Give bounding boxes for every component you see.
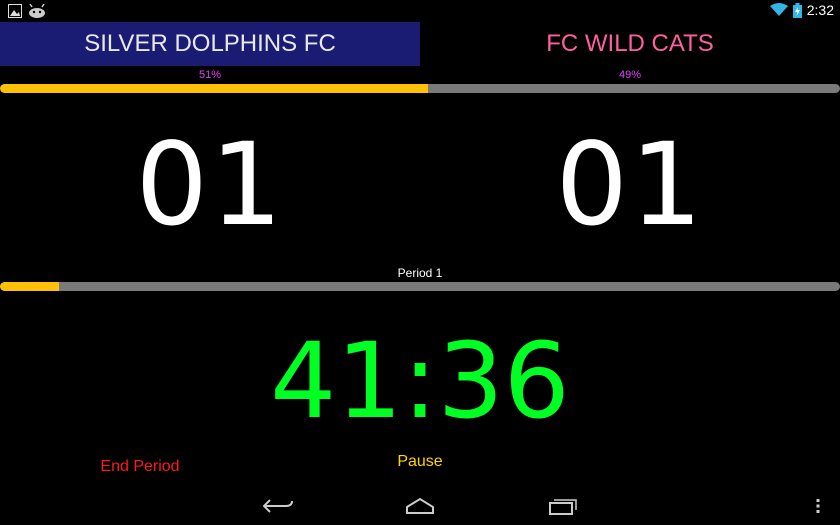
pause-button[interactable]: Pause bbox=[340, 453, 500, 471]
recent-apps-icon bbox=[549, 499, 577, 515]
home-score[interactable]: 01 bbox=[0, 118, 420, 251]
gallery-icon bbox=[8, 4, 22, 18]
home-team-name[interactable]: SILVER DOLPHINS FC bbox=[0, 22, 420, 66]
home-button[interactable] bbox=[400, 492, 440, 520]
away-team-name[interactable]: FC WILD CATS bbox=[420, 22, 840, 66]
android-icon bbox=[29, 4, 45, 18]
status-time: 2:32 bbox=[806, 2, 834, 18]
end-period-button[interactable]: End Period bbox=[60, 458, 220, 476]
overflow-menu-button[interactable] bbox=[798, 492, 838, 520]
status-bar: 2:32 bbox=[0, 0, 840, 22]
period-progress-fill bbox=[0, 282, 59, 291]
period-label: Period 1 bbox=[397, 266, 443, 280]
home-icon bbox=[406, 497, 434, 514]
away-score[interactable]: 01 bbox=[420, 118, 840, 251]
wifi-icon bbox=[769, 3, 788, 16]
battery-charging-icon bbox=[792, 2, 802, 18]
away-possession-percent: 49% bbox=[618, 69, 642, 81]
overflow-menu-icon bbox=[816, 499, 820, 513]
period-progress-bar bbox=[0, 282, 840, 291]
game-clock[interactable]: 41:36 bbox=[0, 320, 840, 442]
possession-bar-fill bbox=[0, 84, 429, 93]
recent-apps-button[interactable] bbox=[543, 492, 583, 520]
back-button[interactable] bbox=[258, 492, 298, 520]
back-icon bbox=[262, 499, 293, 513]
possession-bar[interactable] bbox=[0, 84, 840, 93]
home-possession-percent: 51% bbox=[198, 69, 222, 81]
status-right: 2:32 bbox=[769, 2, 834, 18]
